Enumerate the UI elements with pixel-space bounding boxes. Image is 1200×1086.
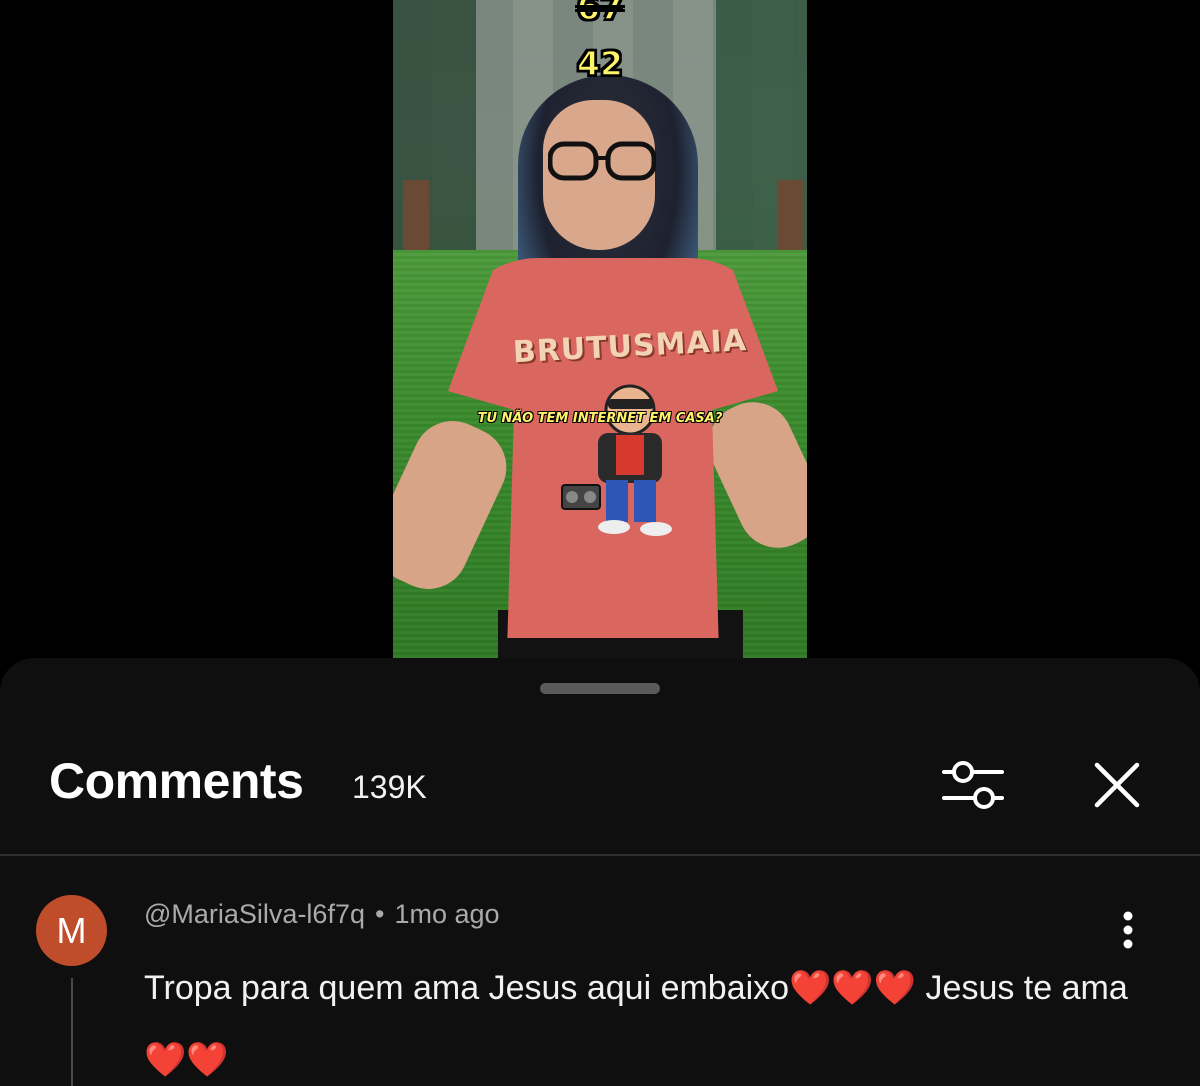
counter-previous: 67 <box>576 0 623 28</box>
comment-meta: @MariaSilva-l6f7q • 1mo ago <box>144 899 500 930</box>
close-icon <box>1094 762 1140 808</box>
comment-text: Tropa para quem ama Jesus aqui embaixo❤️… <box>144 969 1128 1079</box>
filter-button[interactable] <box>938 754 1008 816</box>
reply-thread-line <box>71 978 73 1086</box>
screen: BRUTUSMAIA 67 42 TU NÃO TEM INTERNET EM … <box>0 0 1200 1086</box>
avatar[interactable]: M <box>36 895 107 966</box>
header-divider <box>0 854 1200 856</box>
comment-menu-button[interactable] <box>1112 908 1144 952</box>
shirt-cartoon-graphic <box>561 384 672 536</box>
meta-separator: • <box>374 899 385 929</box>
sliders-icon <box>942 761 1004 809</box>
close-button[interactable] <box>1086 754 1148 816</box>
comments-title: Comments <box>49 753 304 809</box>
drag-handle[interactable] <box>540 683 660 694</box>
more-vertical-icon <box>1123 911 1133 949</box>
comment-author[interactable]: @MariaSilva-l6f7q <box>144 899 365 929</box>
comment-time: 1mo ago <box>394 899 500 929</box>
counter-current: 42 <box>576 43 623 84</box>
glasses-icon <box>548 141 656 181</box>
video-caption: TU NÃO TEM INTERNET EM CASA? <box>477 411 723 426</box>
comments-count: 139K <box>352 769 427 805</box>
comments-sheet: Comments 139K M @MariaSilva-l6f7q • 1mo ag… <box>0 658 1200 1086</box>
video-player[interactable]: BRUTUSMAIA 67 42 TU NÃO TEM INTERNET EM … <box>393 0 807 658</box>
